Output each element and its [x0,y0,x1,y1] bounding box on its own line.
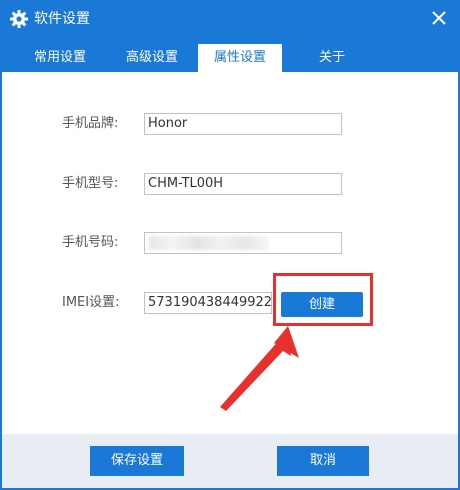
tab-advanced-settings[interactable]: 高级设置 [106,44,198,72]
tab-about[interactable]: 关于 [286,44,378,72]
settings-window: 软件设置 常用设置 高级设置 属性设置 关于 手机品牌: Honor 手机型号:… [0,0,460,490]
window-title: 软件设置 [34,11,90,27]
tab-bar: 常用设置 高级设置 属性设置 关于 [0,44,460,72]
close-icon [432,10,446,29]
cancel-button[interactable]: 取消 [277,446,369,476]
annotation-arrow-icon [220,326,299,411]
tab-common-settings[interactable]: 常用设置 [14,44,106,72]
footer-bar: 保存设置 取消 [2,434,458,488]
title-bar: 软件设置 [0,0,460,38]
gear-icon [9,9,29,29]
tab-property-settings[interactable]: 属性设置 [198,44,282,72]
property-settings-panel: 手机品牌: Honor 手机型号: CHM-TL00H 手机号码: IMEI设置… [2,72,458,434]
close-button[interactable] [426,6,452,32]
save-settings-button[interactable]: 保存设置 [90,446,184,476]
